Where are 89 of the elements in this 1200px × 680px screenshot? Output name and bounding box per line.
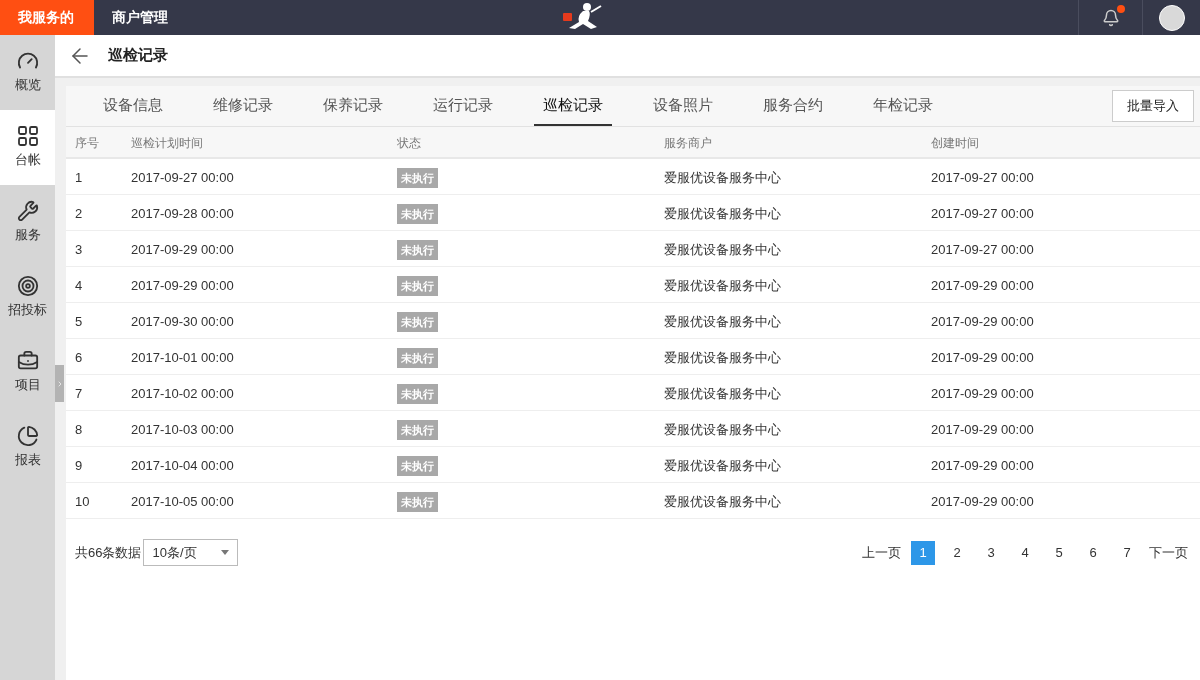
table-cell: 2017-09-29 00:00 — [931, 385, 1034, 401]
page-size-select[interactable]: 10条/页 — [143, 539, 239, 566]
table-cell: 8 — [75, 421, 83, 437]
column-header: 状态 — [397, 136, 421, 150]
table-cell: 2017-09-27 00:00 — [931, 205, 1034, 221]
page-number[interactable]: 5 — [1047, 540, 1071, 565]
status-badge: 未执行 — [397, 239, 438, 260]
table-cell: 2017-09-29 00:00 — [931, 493, 1034, 509]
column-header: 创建时间 — [931, 136, 979, 150]
pie-chart-icon — [16, 425, 39, 448]
status-badge: 未执行 — [397, 167, 438, 188]
table-cell: 2017-10-05 00:00 — [131, 493, 234, 509]
status-badge: 未执行 — [397, 311, 438, 332]
table-cell: 2017-09-29 00:00 — [131, 277, 234, 293]
page-number[interactable]: 3 — [979, 540, 1003, 565]
avatar[interactable] — [1158, 4, 1185, 31]
sidebar-item[interactable]: 台帐 — [0, 110, 55, 185]
sidebar-item[interactable]: 项目 — [0, 335, 55, 410]
table-cell: 爱服优设备服务中心 — [664, 169, 781, 185]
table-cell: 2 — [75, 205, 83, 221]
table-cell: 爱服优设备服务中心 — [664, 493, 781, 509]
tab[interactable]: 保养记录 — [314, 86, 392, 126]
wrench-icon — [16, 200, 39, 223]
sidebar-item[interactable]: 概览 — [0, 35, 55, 110]
table-cell: 2017-09-29 00:00 — [931, 277, 1034, 293]
sidebar-item[interactable]: 报表 — [0, 410, 55, 485]
table-cell: 2017-10-02 00:00 — [131, 385, 234, 401]
tab[interactable]: 设备信息 — [94, 86, 172, 126]
table-cell: 爱服优设备服务中心 — [664, 349, 781, 365]
table-cell: 2017-09-29 00:00 — [931, 349, 1034, 365]
table-cell: 10 — [75, 493, 90, 509]
table-cell: 爱服优设备服务中心 — [664, 313, 781, 329]
column-header: 巡检计划时间 — [131, 136, 203, 150]
page-number[interactable]: 7 — [1115, 540, 1139, 565]
table-cell: 2017-09-29 00:00 — [931, 457, 1034, 473]
table-cell: 7 — [75, 385, 83, 401]
tab[interactable]: 设备照片 — [644, 86, 722, 126]
table-cell: 5 — [75, 313, 83, 329]
status-badge: 未执行 — [397, 203, 438, 224]
sidebar-item[interactable]: 招投标 — [0, 260, 55, 335]
table-cell: 2017-10-03 00:00 — [131, 421, 234, 437]
page-number[interactable]: 6 — [1081, 540, 1105, 565]
table-cell: 爱服优设备服务中心 — [664, 421, 781, 437]
table-cell: 9 — [75, 457, 83, 473]
collapse-handle[interactable] — [55, 365, 64, 402]
total-count: 共66条数据 — [75, 543, 142, 562]
table-cell: 2017-09-27 00:00 — [131, 169, 234, 185]
next-page-link[interactable]: 下一页 — [1149, 542, 1188, 563]
table-cell: 爱服优设备服务中心 — [664, 277, 781, 293]
table-cell: 4 — [75, 277, 83, 293]
table-cell: 2017-09-29 00:00 — [931, 421, 1034, 437]
status-badge: 未执行 — [397, 383, 438, 404]
status-badge: 未执行 — [397, 491, 438, 512]
bell-icon[interactable] — [1101, 8, 1120, 27]
page-number[interactable]: 2 — [945, 540, 969, 565]
table-cell: 2017-09-30 00:00 — [131, 313, 234, 329]
status-badge: 未执行 — [397, 419, 438, 440]
status-badge: 未执行 — [397, 275, 438, 296]
table-cell: 爱服优设备服务中心 — [664, 385, 781, 401]
table-cell: 爱服优设备服务中心 — [664, 241, 781, 257]
table-cell: 2017-09-27 00:00 — [931, 169, 1034, 185]
tab[interactable]: 年检记录 — [864, 86, 942, 126]
grid-icon — [16, 125, 39, 148]
tab[interactable]: 运行记录 — [424, 86, 502, 126]
page-title: 巡检记录 — [108, 45, 168, 66]
status-badge: 未执行 — [397, 347, 438, 368]
table-cell: 2017-09-27 00:00 — [931, 241, 1034, 257]
column-header: 服务商户 — [664, 136, 712, 150]
table-cell: 3 — [75, 241, 83, 257]
caret-icon — [221, 550, 230, 555]
column-header: 序号 — [75, 136, 99, 150]
import-button[interactable]: 批量导入 — [1112, 90, 1194, 122]
status-badge: 未执行 — [397, 455, 438, 476]
table-cell: 爱服优设备服务中心 — [664, 457, 781, 473]
top-nav-tab[interactable]: 商户管理 — [94, 0, 186, 35]
table-cell: 2017-10-04 00:00 — [131, 457, 234, 473]
tab[interactable]: 维修记录 — [204, 86, 282, 126]
prev-page-link[interactable]: 上一页 — [862, 542, 901, 563]
target-icon — [16, 275, 39, 298]
sidebar-item[interactable]: 服务 — [0, 185, 55, 260]
table-cell: 6 — [75, 349, 83, 365]
table-cell: 爱服优设备服务中心 — [664, 205, 781, 221]
table-cell: 1 — [75, 169, 83, 185]
table-cell: 2017-10-01 00:00 — [131, 349, 234, 365]
table-cell: 2017-09-28 00:00 — [131, 205, 234, 221]
table-cell: 2017-09-29 00:00 — [131, 241, 234, 257]
page-number[interactable]: 4 — [1013, 540, 1037, 565]
tab[interactable]: 服务合约 — [754, 86, 832, 126]
table-cell: 2017-09-29 00:00 — [931, 313, 1034, 329]
